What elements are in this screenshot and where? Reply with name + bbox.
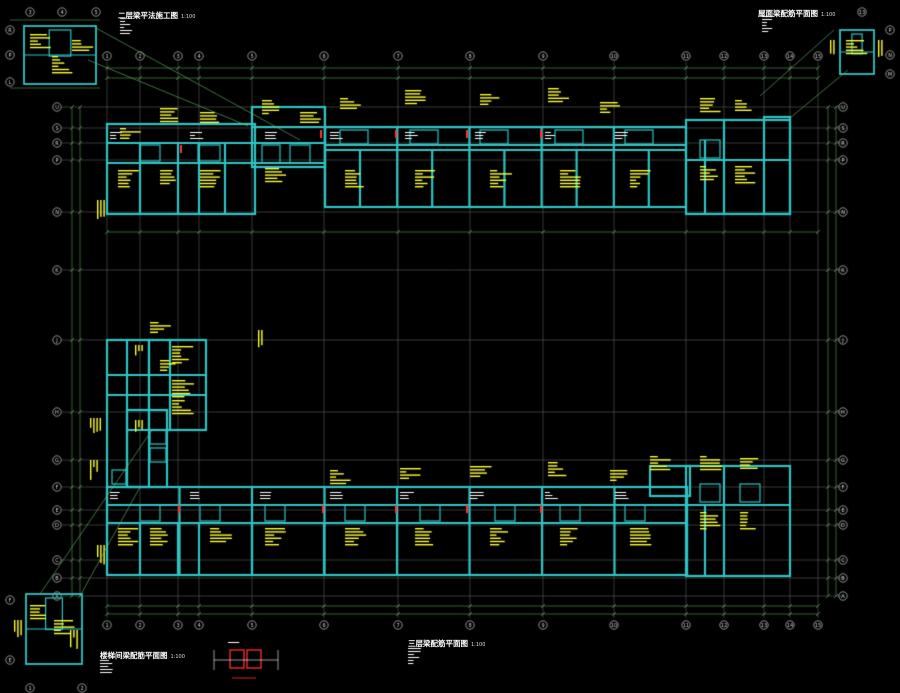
title-scale: 1:100 [471, 642, 486, 648]
title-top-right: 屋面梁配筋平面图 1:100 [758, 8, 835, 19]
cad-drawing-canvas [0, 0, 900, 693]
title-text: 三层梁配筋平面图 [408, 639, 468, 648]
title-bottom-left: 楼梯间梁配筋平面图 1:100 [100, 650, 185, 661]
title-scale: 1:100 [181, 14, 196, 20]
title-text: 二层梁平法施工图 [118, 11, 178, 20]
title-bottom-center: 三层梁配筋平面图 1:100 [408, 638, 485, 649]
title-scale: 1:100 [170, 654, 185, 660]
title-scale: 1:100 [821, 12, 836, 18]
title-text: 屋面梁配筋平面图 [758, 9, 818, 18]
title-top-left: 二层梁平法施工图 1:100 [118, 10, 195, 21]
title-text: 楼梯间梁配筋平面图 [100, 651, 168, 660]
